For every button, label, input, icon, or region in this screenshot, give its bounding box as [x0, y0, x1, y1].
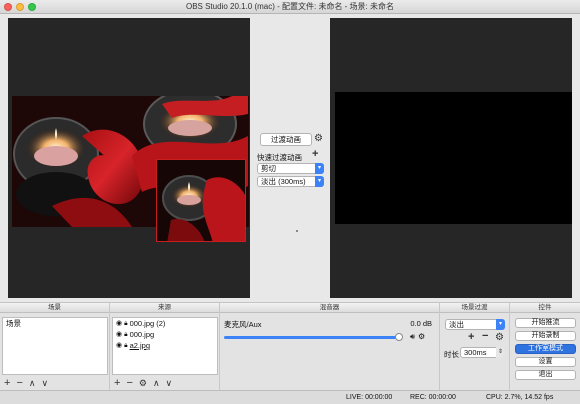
lock-icon[interactable]: 🔒︎	[124, 340, 127, 351]
mixer-channel: 麦克风/Aux 0.0 dB	[224, 319, 432, 330]
quick-transition-select-cut[interactable]: 剪切 ▾	[257, 163, 324, 174]
program-canvas[interactable]	[330, 18, 572, 298]
add-transition-plus-icon[interactable]: +	[468, 332, 474, 343]
chevron-down-icon: ▾	[315, 163, 324, 174]
scenes-list[interactable]: 场景	[2, 317, 108, 375]
duration-value: 300ms	[464, 348, 487, 357]
scene-transitions-header: 场景过渡	[440, 303, 509, 313]
minimize-window-button[interactable]	[16, 3, 24, 11]
transition-panel: 过渡动画 ⚙ 快速过渡动画 + 剪切 ▾ 淡出 (300ms) ▾	[254, 18, 326, 298]
status-bar: LIVE: 00:00:00 REC: 00:00:00 CPU: 2.7%, …	[0, 390, 580, 404]
window-controls	[4, 3, 36, 11]
transition-button[interactable]: 过渡动画	[260, 133, 312, 146]
mixer-channel-name: 麦克风/Aux	[224, 320, 262, 329]
chevron-down-icon: ▾	[315, 176, 324, 187]
move-up-chevron-icon[interactable]: ∧	[29, 378, 36, 389]
program-output	[335, 92, 572, 224]
stepper-icon[interactable]: ⇕	[496, 347, 505, 358]
cpu-status: CPU: 2.7%, 14.52 fps	[486, 394, 554, 401]
add-scene-plus-icon[interactable]: +	[4, 378, 10, 389]
volume-slider-handle[interactable]	[395, 333, 403, 341]
source-item[interactable]: ◉ 🔒︎ a2.jpg	[113, 340, 217, 351]
remove-transition-minus-icon[interactable]: −	[482, 331, 488, 342]
sources-toolbar: + − ⚙ ∧ ∨	[114, 378, 172, 389]
scene-item[interactable]: 场景	[3, 318, 107, 329]
quick-transitions-label: 快速过渡动画	[257, 153, 302, 162]
scenes-header: 场景	[0, 303, 109, 313]
gear-icon[interactable]: ⚙	[314, 134, 323, 144]
lock-icon[interactable]: 🔒︎	[124, 318, 127, 329]
scenes-panel: 场景 场景 + − ∧ ∨	[0, 303, 110, 391]
settings-button[interactable]: 设置	[515, 357, 576, 367]
quick-transition-select-fade-value: 淡出 (300ms)	[261, 177, 306, 186]
source-item[interactable]: ◉ 🔒︎ 000.jpg	[113, 329, 217, 340]
start-recording-button[interactable]: 开始录制	[515, 331, 576, 341]
close-window-button[interactable]	[4, 3, 12, 11]
speaker-icon[interactable]: 🔊︎	[410, 332, 415, 342]
eye-icon[interactable]: ◉	[116, 318, 122, 329]
start-streaming-button[interactable]: 开始推流	[515, 318, 576, 328]
source-item[interactable]: ◉ 🔒︎ 000.jpg (2)	[113, 318, 217, 329]
mixer-panel: 混音器 麦克风/Aux 0.0 dB 🔊︎ ⚙	[220, 303, 440, 391]
sources-panel: 来源 ◉ 🔒︎ 000.jpg (2) ◉ 🔒︎ 000.jpg ◉ 🔒︎ a2…	[110, 303, 220, 391]
add-quick-transition-plus-icon[interactable]: +	[312, 149, 318, 160]
studio-mode-button[interactable]: 工作室模式	[515, 344, 576, 354]
bottom-dock: 场景 场景 + − ∧ ∨ 来源 ◉ 🔒︎ 000.jpg (2) ◉ 🔒︎ 0…	[0, 302, 580, 391]
source-name: 000.jpg	[129, 330, 155, 339]
scenes-toolbar: + − ∧ ∨	[4, 378, 48, 389]
gear-icon[interactable]: ⚙	[139, 378, 147, 389]
window-title: OBS Studio 20.1.0 (mac) - 配置文件: 未命名 - 场景…	[185, 2, 395, 11]
scene-transitions-panel: 场景过渡 淡出 ▾ + − ⚙ 时长 300ms ⇕	[440, 303, 510, 391]
move-up-chevron-icon[interactable]: ∧	[153, 378, 160, 389]
remove-source-minus-icon[interactable]: −	[126, 378, 132, 389]
title-bar: OBS Studio 20.1.0 (mac) - 配置文件: 未命名 - 场景…	[0, 0, 580, 14]
move-down-chevron-icon[interactable]: ∨	[41, 378, 48, 389]
controls-panel: 控件 开始推流 开始录制 工作室模式 设置 退出	[510, 303, 580, 391]
controls-header: 控件	[510, 303, 580, 313]
lock-icon[interactable]: 🔒︎	[124, 329, 127, 340]
chevron-down-icon: ▾	[496, 319, 505, 330]
live-status: LIVE: 00:00:00	[346, 394, 393, 401]
transition-select[interactable]: 淡出 ▾	[445, 319, 505, 330]
quick-transition-select-fade[interactable]: 淡出 (300ms) ▾	[257, 176, 324, 187]
sources-list[interactable]: ◉ 🔒︎ 000.jpg (2) ◉ 🔒︎ 000.jpg ◉ 🔒︎ a2.jp…	[112, 317, 218, 375]
exit-button[interactable]: 退出	[515, 370, 576, 380]
mixer-icons: 🔊︎ ⚙	[410, 332, 425, 342]
add-source-plus-icon[interactable]: +	[114, 378, 120, 389]
work-area: 过渡动画 ⚙ 快速过渡动画 + 剪切 ▾ 淡出 (300ms) ▾	[0, 14, 580, 302]
rec-status: REC: 00:00:00	[410, 394, 456, 401]
gear-icon[interactable]: ⚙	[495, 333, 504, 343]
mixer-channel-db: 0.0 dB	[410, 319, 432, 328]
panel-dot	[296, 230, 298, 232]
quick-transition-select-cut-value: 剪切	[261, 164, 276, 173]
duration-spinbox[interactable]: 300ms ⇕	[460, 347, 505, 358]
source-name: 000.jpg (2)	[129, 319, 166, 328]
move-down-chevron-icon[interactable]: ∨	[166, 378, 173, 389]
source-name: a2.jpg	[129, 341, 151, 350]
volume-slider-track[interactable]	[224, 336, 399, 339]
mixer-header: 混音器	[220, 303, 439, 313]
maximize-window-button[interactable]	[28, 3, 36, 11]
eye-icon[interactable]: ◉	[116, 340, 122, 351]
eye-icon[interactable]: ◉	[116, 329, 122, 340]
duration-label: 时长	[444, 350, 459, 359]
transition-select-value: 淡出	[449, 320, 464, 329]
preview-canvas[interactable]	[8, 18, 250, 298]
gear-icon[interactable]: ⚙	[418, 332, 425, 342]
overlay-candle-picture	[157, 160, 245, 241]
remove-scene-minus-icon[interactable]: −	[16, 378, 22, 389]
sources-header: 来源	[110, 303, 219, 313]
overlay-source-selected[interactable]	[156, 159, 246, 242]
